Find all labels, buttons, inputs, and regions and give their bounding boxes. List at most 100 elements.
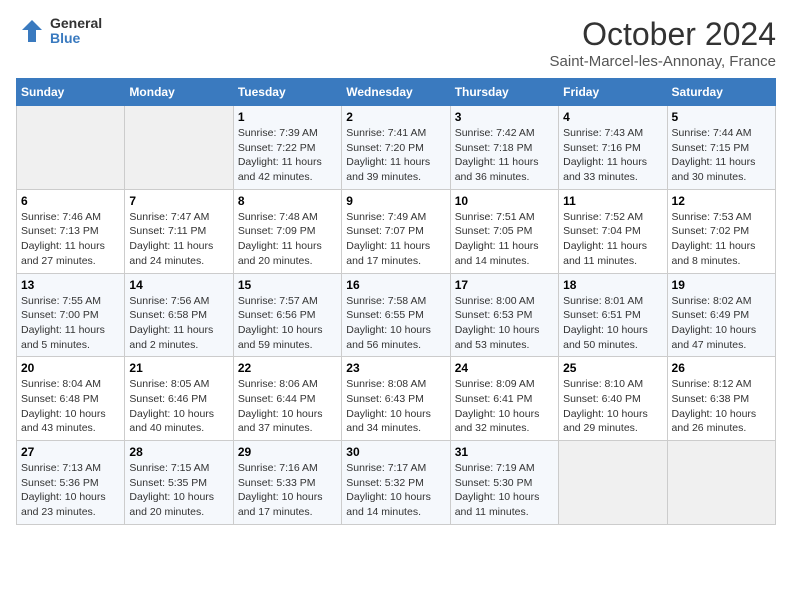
calendar-cell: 22 Sunrise: 8:06 AM Sunset: 6:44 PM Dayli… — [233, 357, 341, 441]
day-number: 2 — [346, 110, 445, 124]
calendar-cell: 6 Sunrise: 7:46 AM Sunset: 7:13 PM Daylig… — [17, 189, 125, 273]
day-number: 3 — [455, 110, 554, 124]
day-number: 30 — [346, 445, 445, 459]
calendar-cell — [559, 441, 667, 525]
calendar-day-header: Friday — [559, 79, 667, 106]
day-number: 14 — [129, 278, 228, 292]
day-info: Sunrise: 7:52 AM Sunset: 7:04 PM Dayligh… — [563, 210, 662, 269]
calendar-cell: 24Sunrise: 8:09 AM Sunset: 6:41 PM Dayli… — [450, 357, 558, 441]
calendar-cell: 19Sunrise: 8:02 AM Sunset: 6:49 PM Dayli… — [667, 273, 775, 357]
calendar-week-row: 13Sunrise: 7:55 AM Sunset: 7:00 PM Dayli… — [17, 273, 776, 357]
logo: General Blue — [16, 16, 102, 47]
calendar-cell: 2 Sunrise: 7:41 AM Sunset: 7:20 PM Daylig… — [342, 106, 450, 190]
day-number: 11 — [563, 194, 662, 208]
day-info: Sunrise: 8:06 AM Sunset: 6:44 PM Dayligh… — [238, 377, 337, 436]
day-info: Sunrise: 7:58 AM Sunset: 6:55 PM Dayligh… — [346, 294, 445, 353]
day-info: Sunrise: 7:46 AM Sunset: 7:13 PM Dayligh… — [21, 210, 120, 269]
calendar-cell: 11 Sunrise: 7:52 AM Sunset: 7:04 PM Dayli… — [559, 189, 667, 273]
day-info: Sunrise: 8:12 AM Sunset: 6:38 PM Dayligh… — [672, 377, 771, 436]
day-info: Sunrise: 7:43 AM Sunset: 7:16 PM Dayligh… — [563, 126, 662, 185]
calendar-cell: 25 Sunrise: 8:10 AM Sunset: 6:40 PM Dayli… — [559, 357, 667, 441]
calendar-cell: 20Sunrise: 8:04 AM Sunset: 6:48 PM Dayli… — [17, 357, 125, 441]
day-number: 1 — [238, 110, 337, 124]
day-number: 26 — [672, 361, 771, 375]
day-info: Sunrise: 7:19 AM Sunset: 5:30 PM Dayligh… — [455, 461, 554, 520]
calendar-week-row: 1 Sunrise: 7:39 AM Sunset: 7:22 PM Daylig… — [17, 106, 776, 190]
day-info: Sunrise: 7:17 AM Sunset: 5:32 PM Dayligh… — [346, 461, 445, 520]
day-info: Sunrise: 8:10 AM Sunset: 6:40 PM Dayligh… — [563, 377, 662, 436]
day-number: 12 — [672, 194, 771, 208]
day-number: 9 — [346, 194, 445, 208]
day-number: 25 — [563, 361, 662, 375]
page-title: October 2024 — [550, 16, 776, 53]
day-number: 16 — [346, 278, 445, 292]
logo-line2: Blue — [50, 31, 102, 46]
day-info: Sunrise: 7:48 AM Sunset: 7:09 PM Dayligh… — [238, 210, 337, 269]
day-info: Sunrise: 7:44 AM Sunset: 7:15 PM Dayligh… — [672, 126, 771, 185]
day-number: 17 — [455, 278, 554, 292]
day-number: 19 — [672, 278, 771, 292]
calendar-table: SundayMondayTuesdayWednesdayThursdayFrid… — [16, 78, 776, 525]
calendar-cell: 10Sunrise: 7:51 AM Sunset: 7:05 PM Dayli… — [450, 189, 558, 273]
day-info: Sunrise: 7:42 AM Sunset: 7:18 PM Dayligh… — [455, 126, 554, 185]
calendar-cell: 9 Sunrise: 7:49 AM Sunset: 7:07 PM Daylig… — [342, 189, 450, 273]
calendar-cell: 5 Sunrise: 7:44 AM Sunset: 7:15 PM Daylig… — [667, 106, 775, 190]
page-subtitle: Saint-Marcel-les-Annonay, France — [550, 53, 776, 70]
day-info: Sunrise: 7:15 AM Sunset: 5:35 PM Dayligh… — [129, 461, 228, 520]
day-info: Sunrise: 7:49 AM Sunset: 7:07 PM Dayligh… — [346, 210, 445, 269]
day-number: 7 — [129, 194, 228, 208]
calendar-day-header: Sunday — [17, 79, 125, 106]
day-info: Sunrise: 7:41 AM Sunset: 7:20 PM Dayligh… — [346, 126, 445, 185]
day-info: Sunrise: 8:04 AM Sunset: 6:48 PM Dayligh… — [21, 377, 120, 436]
calendar-day-header: Wednesday — [342, 79, 450, 106]
calendar-cell — [17, 106, 125, 190]
day-info: Sunrise: 7:39 AM Sunset: 7:22 PM Dayligh… — [238, 126, 337, 185]
day-number: 28 — [129, 445, 228, 459]
day-number: 31 — [455, 445, 554, 459]
page-header: General Blue October 2024 Saint-Marcel-l… — [16, 16, 776, 70]
calendar-cell: 1 Sunrise: 7:39 AM Sunset: 7:22 PM Daylig… — [233, 106, 341, 190]
calendar-cell: 29Sunrise: 7:16 AM Sunset: 5:33 PM Dayli… — [233, 441, 341, 525]
day-number: 29 — [238, 445, 337, 459]
day-number: 4 — [563, 110, 662, 124]
logo-text: General Blue — [50, 16, 102, 47]
day-info: Sunrise: 7:13 AM Sunset: 5:36 PM Dayligh… — [21, 461, 120, 520]
calendar-body: 1 Sunrise: 7:39 AM Sunset: 7:22 PM Daylig… — [17, 106, 776, 525]
calendar-day-header: Thursday — [450, 79, 558, 106]
calendar-cell: 27 Sunrise: 7:13 AM Sunset: 5:36 PM Dayli… — [17, 441, 125, 525]
calendar-cell: 12Sunrise: 7:53 AM Sunset: 7:02 PM Dayli… — [667, 189, 775, 273]
day-number: 6 — [21, 194, 120, 208]
calendar-cell: 16 Sunrise: 7:58 AM Sunset: 6:55 PM Dayli… — [342, 273, 450, 357]
day-info: Sunrise: 8:09 AM Sunset: 6:41 PM Dayligh… — [455, 377, 554, 436]
calendar-header-row: SundayMondayTuesdayWednesdayThursdayFrid… — [17, 79, 776, 106]
day-number: 15 — [238, 278, 337, 292]
calendar-day-header: Saturday — [667, 79, 775, 106]
day-number: 27 — [21, 445, 120, 459]
calendar-cell: 13Sunrise: 7:55 AM Sunset: 7:00 PM Dayli… — [17, 273, 125, 357]
day-number: 5 — [672, 110, 771, 124]
logo-icon — [16, 16, 46, 46]
calendar-cell: 7Sunrise: 7:47 AM Sunset: 7:11 PM Daylig… — [125, 189, 233, 273]
calendar-week-row: 20Sunrise: 8:04 AM Sunset: 6:48 PM Dayli… — [17, 357, 776, 441]
day-number: 21 — [129, 361, 228, 375]
day-number: 13 — [21, 278, 120, 292]
day-number: 18 — [563, 278, 662, 292]
calendar-cell: 21 Sunrise: 8:05 AM Sunset: 6:46 PM Dayli… — [125, 357, 233, 441]
day-number: 23 — [346, 361, 445, 375]
day-number: 22 — [238, 361, 337, 375]
day-info: Sunrise: 7:51 AM Sunset: 7:05 PM Dayligh… — [455, 210, 554, 269]
day-info: Sunrise: 8:00 AM Sunset: 6:53 PM Dayligh… — [455, 294, 554, 353]
calendar-cell: 30 Sunrise: 7:17 AM Sunset: 5:32 PM Dayli… — [342, 441, 450, 525]
calendar-day-header: Tuesday — [233, 79, 341, 106]
calendar-cell: 8Sunrise: 7:48 AM Sunset: 7:09 PM Daylig… — [233, 189, 341, 273]
day-info: Sunrise: 8:05 AM Sunset: 6:46 PM Dayligh… — [129, 377, 228, 436]
calendar-cell: 23Sunrise: 8:08 AM Sunset: 6:43 PM Dayli… — [342, 357, 450, 441]
calendar-cell — [125, 106, 233, 190]
calendar-cell — [667, 441, 775, 525]
calendar-cell: 18 Sunrise: 8:01 AM Sunset: 6:51 PM Dayli… — [559, 273, 667, 357]
calendar-week-row: 6 Sunrise: 7:46 AM Sunset: 7:13 PM Daylig… — [17, 189, 776, 273]
calendar-cell: 17 Sunrise: 8:00 AM Sunset: 6:53 PM Dayli… — [450, 273, 558, 357]
title-block: October 2024 Saint-Marcel-les-Annonay, F… — [550, 16, 776, 70]
day-info: Sunrise: 8:01 AM Sunset: 6:51 PM Dayligh… — [563, 294, 662, 353]
day-info: Sunrise: 7:57 AM Sunset: 6:56 PM Dayligh… — [238, 294, 337, 353]
